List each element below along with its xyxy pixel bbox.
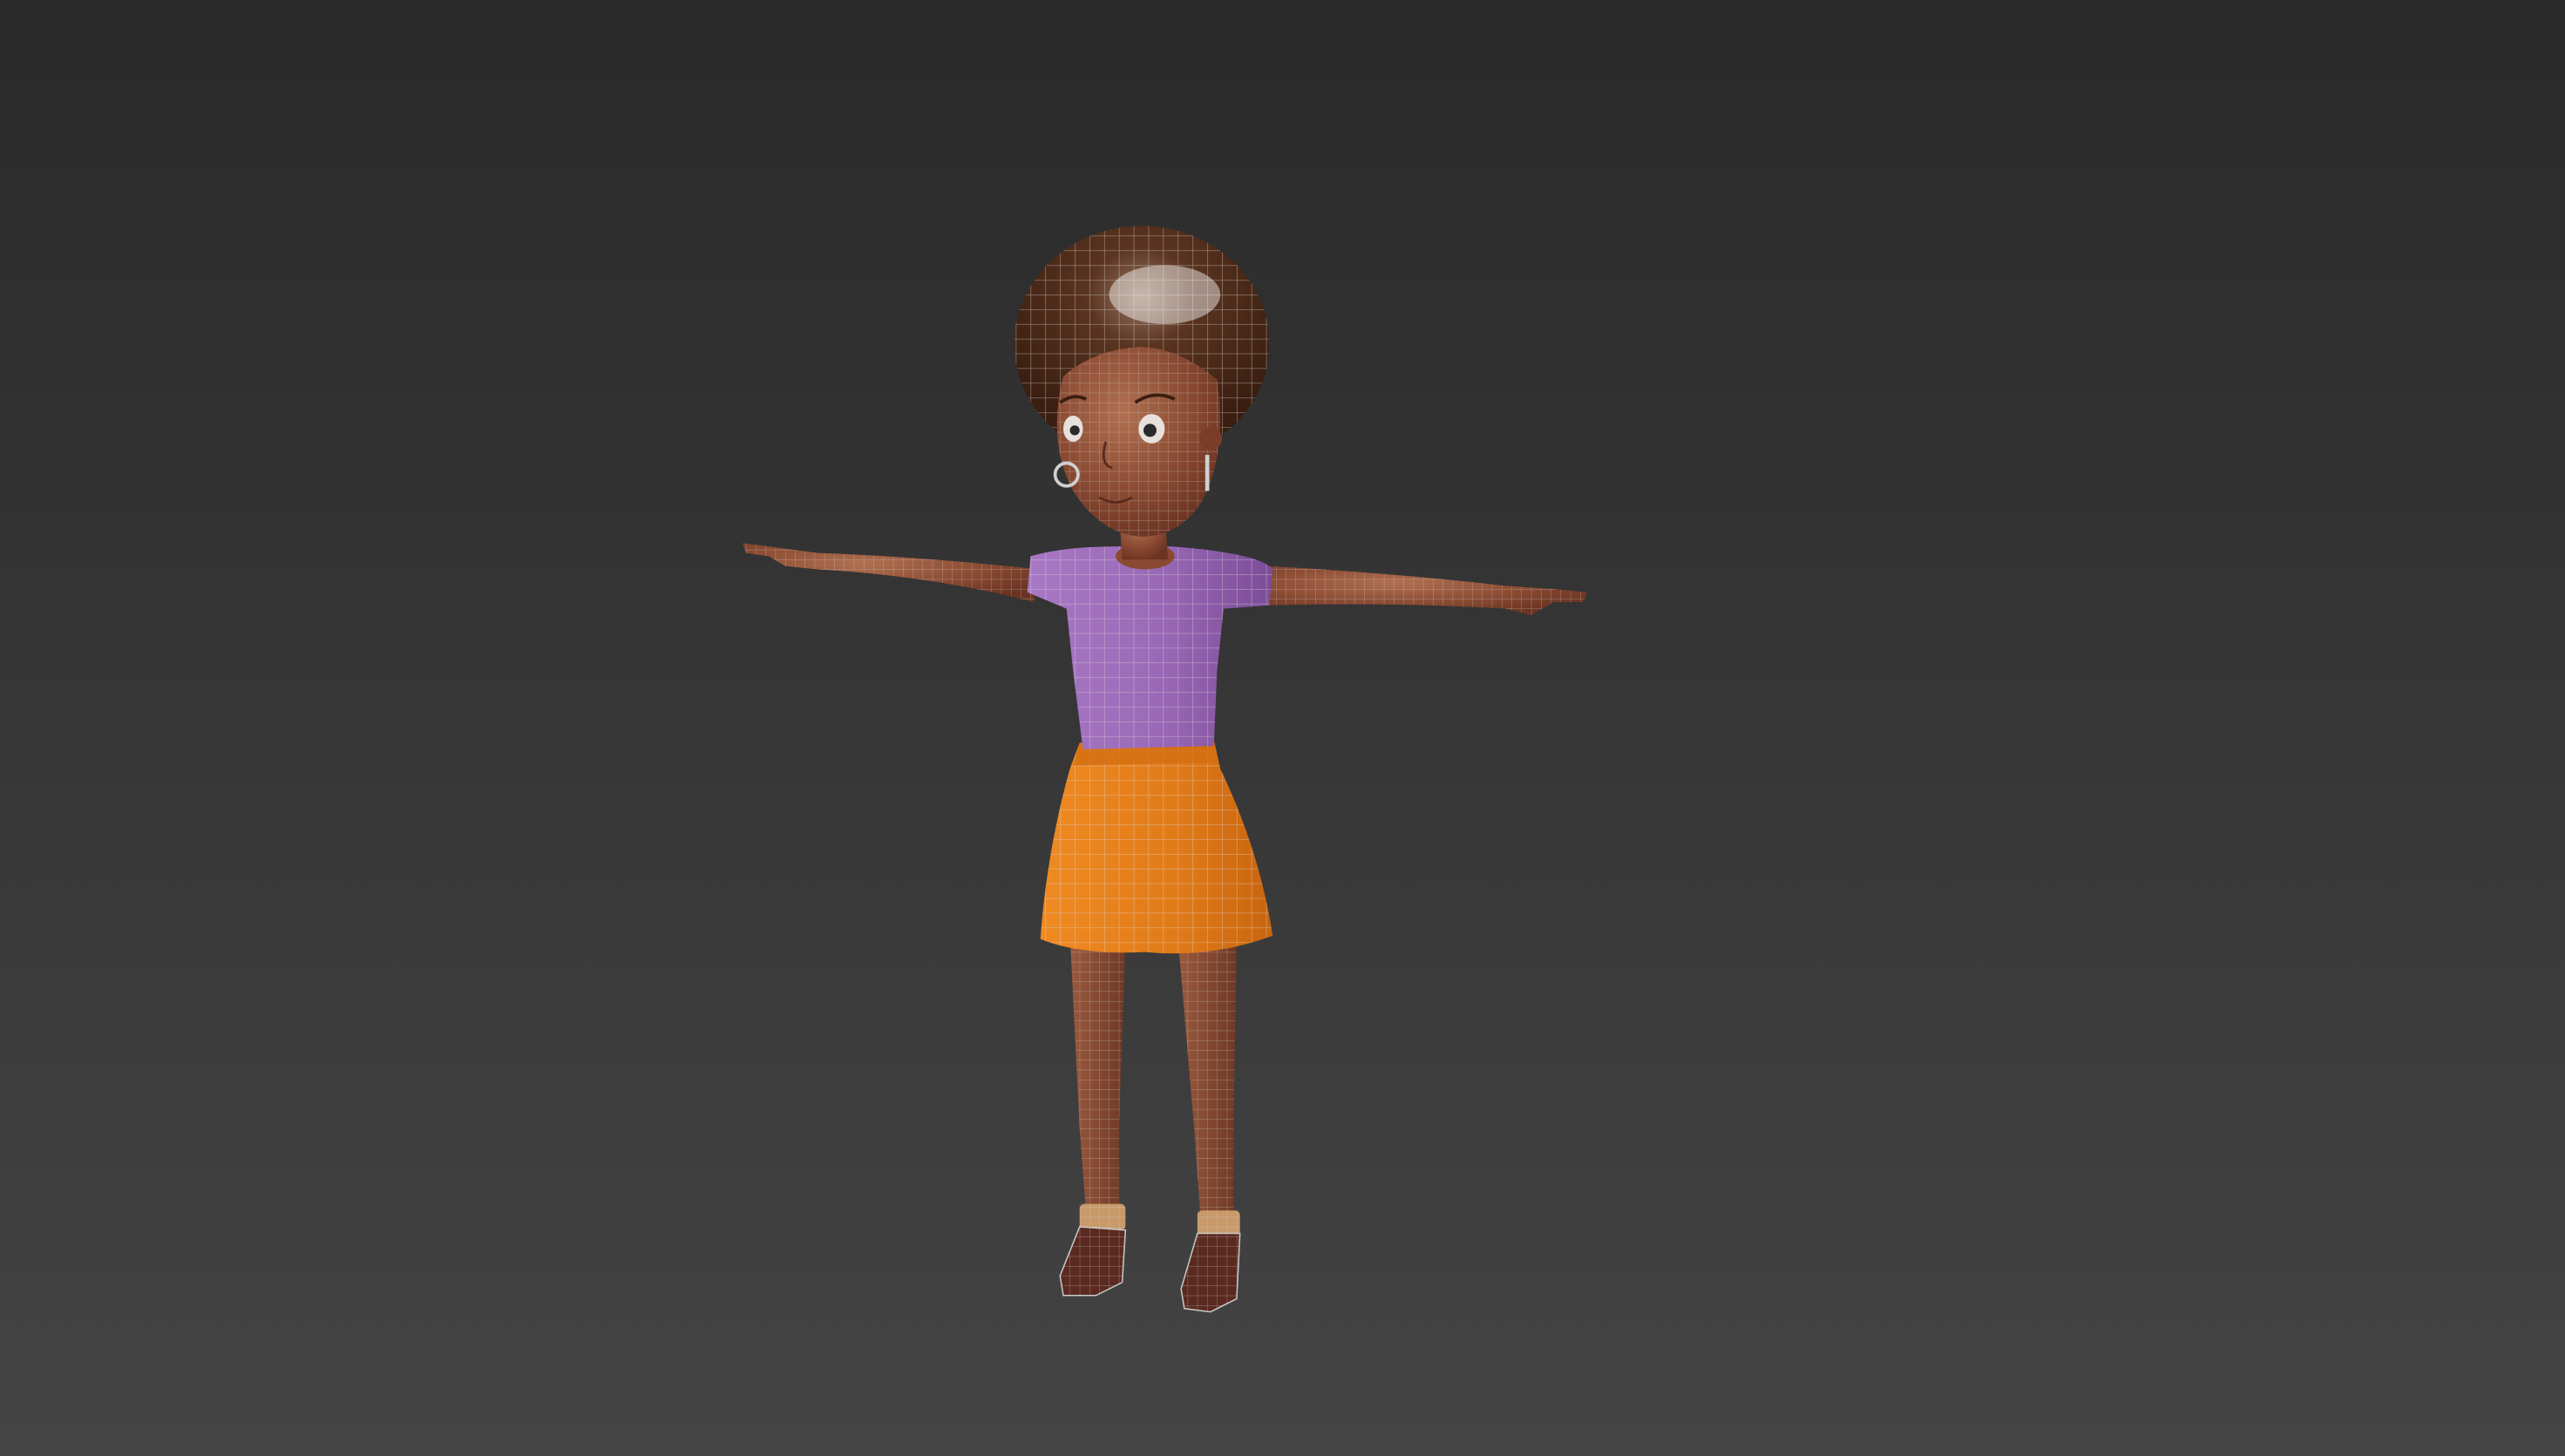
legs [1069,932,1237,1221]
left-arm [743,543,1041,602]
skirt [1040,739,1273,954]
head [1053,347,1223,537]
shirt [1027,543,1273,749]
right-arm [1266,565,1587,615]
character-model[interactable] [743,226,1587,1313]
3d-viewport[interactable] [0,0,2565,1456]
viewport-canvas[interactable] [0,0,2565,1456]
shoes [1059,1226,1241,1313]
